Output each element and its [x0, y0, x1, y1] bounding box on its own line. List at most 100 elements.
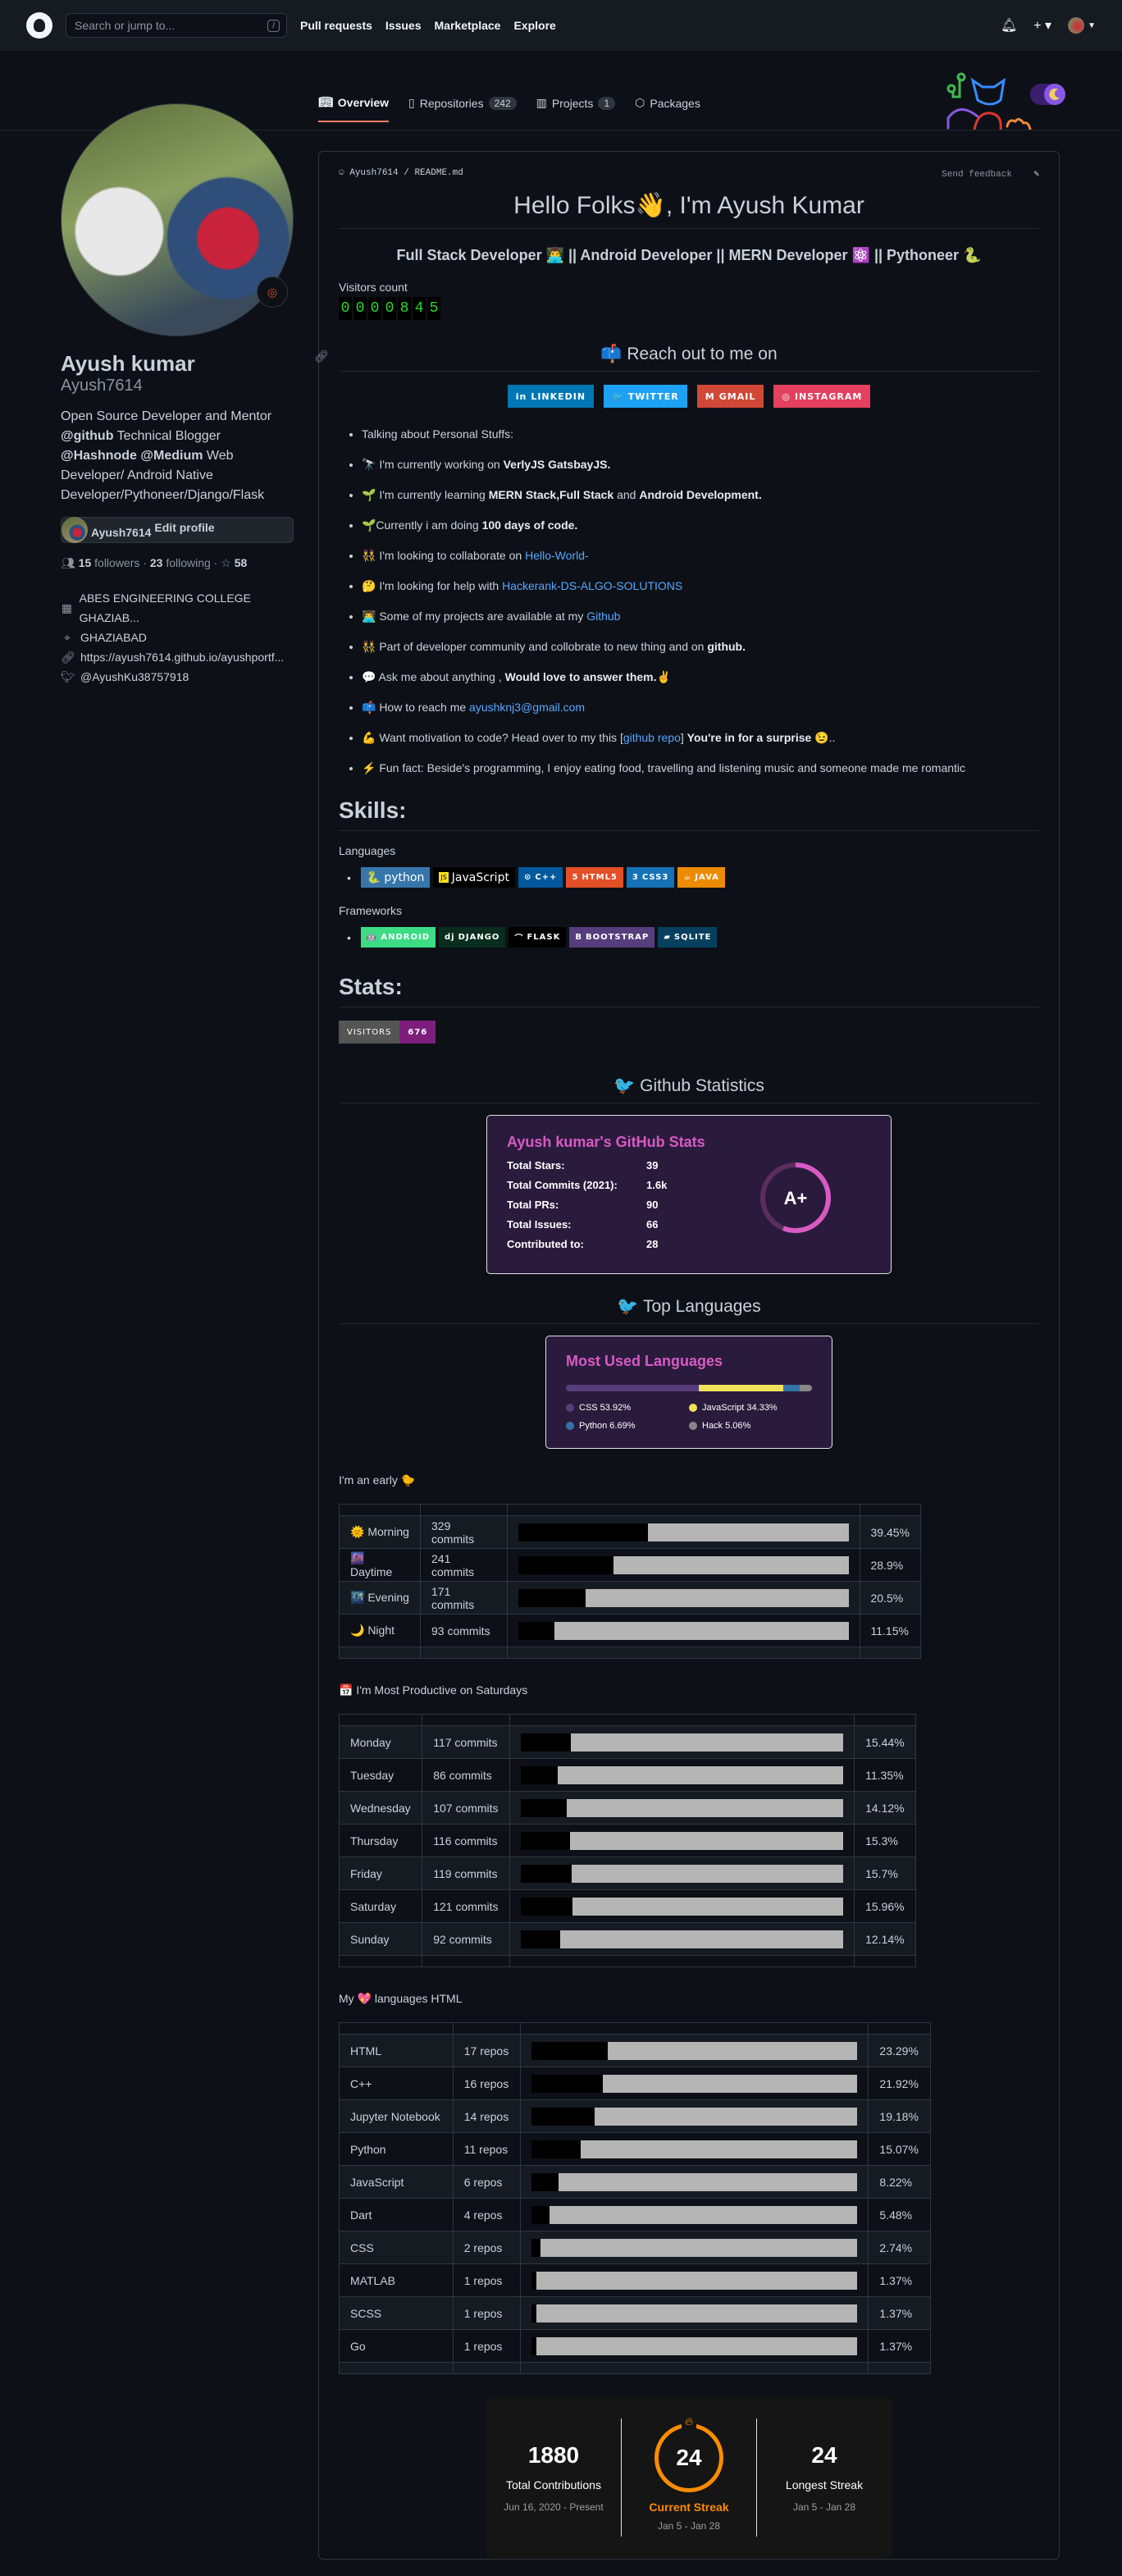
social-linkedin-badge[interactable]: in LINKEDIN	[507, 385, 595, 408]
row-percent: 1.37%	[868, 2329, 931, 2363]
table-row: Dart 4 repos 5.48%	[339, 2198, 931, 2231]
nav-pull-requests[interactable]: Pull requests	[300, 19, 372, 32]
profile-avatar[interactable]: ◎	[61, 103, 294, 336]
early-bird-heading: I'm an early 🐤	[339, 1473, 416, 1487]
progress-bar	[531, 2140, 858, 2158]
visitor-digit: 0	[339, 297, 352, 320]
row-name: Jupyter Notebook	[339, 2099, 454, 2133]
about-text: 👯 I'm looking to collaborate on	[362, 549, 526, 562]
profile-bio: Open Source Developer and Mentor @github…	[61, 407, 294, 505]
social-gmail-badge[interactable]: M GMAIL	[696, 385, 764, 408]
bell-icon[interactable]: 🔔︎	[1001, 17, 1017, 34]
about-link[interactable]: github repo	[623, 731, 681, 744]
about-text: 💬 Ask me about anything ,	[362, 670, 505, 683]
badge-django[interactable]: dj DJANGO	[439, 927, 506, 948]
twitter-icon: 🐦︎	[61, 670, 75, 683]
about-text: 📫 How to reach me	[362, 701, 470, 714]
stars-count[interactable]: 58	[235, 556, 248, 569]
about-item: ⚡ Fun fact: Beside's programming, I enjo…	[362, 760, 1039, 776]
android-icon: 🤖	[366, 933, 378, 942]
progress-fill	[518, 1523, 649, 1541]
language-badges: 🐍pythonJSJavaScript⊙C++5HTML53CSS3☕JAVA	[339, 867, 1039, 888]
slash-shortcut: /	[267, 19, 280, 32]
nav-marketplace[interactable]: Marketplace	[435, 19, 501, 32]
project-icon: ▥	[536, 96, 547, 109]
edit-profile-button[interactable]: Ayush7614 Edit profile	[61, 517, 294, 543]
search-input[interactable]: Search or jump to... /	[66, 13, 287, 38]
bio-mention-github[interactable]: @github	[61, 429, 113, 443]
tab-packages[interactable]: ⬡ Packages	[635, 95, 700, 122]
create-new-icon[interactable]: + ▾	[1033, 17, 1051, 34]
badge-flask[interactable]: ⌒ FLASK	[509, 927, 567, 948]
followers-count[interactable]: 15	[79, 556, 92, 569]
weekday-table: Monday 117 commits 15.44% Tuesday 86 commits…	[338, 1714, 916, 1967]
send-feedback-link[interactable]: Send feedback	[942, 170, 1012, 180]
readme-user-link[interactable]: Ayush7614	[349, 168, 398, 178]
row-percent: 11.35%	[854, 1758, 916, 1792]
legend-item: JavaScript 34.33%	[689, 1403, 812, 1413]
profile-readme: ☺ Ayush7614 / README.md Send feedback ✎ H…	[314, 151, 1060, 2560]
row-count: 121 commits	[422, 1889, 511, 1923]
progress-fill	[531, 2140, 582, 2158]
table-row: Jupyter Notebook 14 repos 19.18%	[339, 2099, 931, 2133]
row-count: 93 commits	[420, 1614, 508, 1647]
about-link[interactable]: Hackerank-DS-ALGO-SOLUTIONS	[502, 579, 682, 592]
following-count[interactable]: 23	[150, 556, 163, 569]
table-cell	[339, 1504, 421, 1516]
nav-explore[interactable]: Explore	[513, 19, 555, 32]
row-percent: 15.96%	[854, 1889, 916, 1923]
user-menu[interactable]: ▼	[1068, 17, 1096, 34]
location-text: GHAZIABAD	[80, 631, 147, 644]
about-link[interactable]: Hello-World-	[525, 549, 589, 562]
table-row: 🌞 Morning 329 commits 39.45%	[339, 1515, 921, 1549]
badge-python[interactable]: 🐍python	[360, 867, 431, 888]
status-target-icon[interactable]: ◎	[257, 276, 288, 308]
progress-fill	[521, 1765, 558, 1784]
twitter-link[interactable]: @AyushKu38757918	[80, 667, 189, 687]
row-percent: 11.15%	[859, 1614, 921, 1647]
social-instagram-badge[interactable]: ◎ INSTAGRAM	[773, 385, 871, 408]
table-row: JavaScript 6 repos 8.22%	[339, 2165, 931, 2199]
badge-java[interactable]: ☕ JAVA	[677, 867, 725, 888]
tab-repositories[interactable]: ▯ Repositories 242	[408, 95, 517, 122]
longest-label: Longest Streak	[785, 2478, 864, 2492]
table-cell	[854, 1714, 916, 1726]
followers-link[interactable]: followers	[94, 556, 139, 569]
about-link[interactable]: Github	[586, 610, 620, 623]
framework-badges: 🤖ANDROIDdjDJANGO⌒FLASKBBOOTSTRAP▰SQLITE	[339, 927, 1039, 948]
stat-key: Total PRs:	[507, 1199, 559, 1211]
bio-mentions[interactable]: @Hashnode @Medium	[61, 449, 203, 463]
row-percent: 15.3%	[854, 1824, 916, 1857]
table-cell	[509, 1714, 855, 1726]
row-name: Go	[339, 2329, 454, 2363]
badge-javascript[interactable]: JS JavaScript	[433, 867, 515, 888]
star-icon: ☆	[221, 556, 231, 569]
pencil-icon[interactable]: ✎	[1033, 170, 1039, 180]
row-bar-cell	[520, 2296, 869, 2330]
nav-issues[interactable]: Issues	[385, 19, 422, 32]
visitor-digit: 8	[398, 297, 411, 320]
progress-bar	[521, 1733, 844, 1752]
tab-overview[interactable]: 📖︎ Overview	[318, 95, 390, 122]
github-logo-icon[interactable]	[26, 12, 52, 39]
badge-c++[interactable]: ⊙ C++	[518, 867, 563, 888]
badge-sqlite[interactable]: ▰ SQLITE	[658, 927, 718, 948]
css3-icon: 3	[632, 873, 639, 882]
twitter-icon: 🐦	[612, 391, 624, 402]
badge-label: C++	[535, 873, 558, 882]
social-twitter-badge[interactable]: 🐦 TWITTER	[604, 385, 687, 408]
table-row: 🌆 Daytime 241 commits 28.9%	[339, 1548, 921, 1582]
row-name: Friday	[338, 1857, 423, 1890]
badge-css3[interactable]: 3 CSS3	[626, 867, 675, 888]
about-link[interactable]: ayushknj3@gmail.com	[469, 701, 585, 714]
following-link[interactable]: following	[166, 556, 210, 569]
website-link[interactable]: https://ayush7614.github.io/ayushportf..…	[80, 647, 284, 667]
progress-bar	[531, 2336, 858, 2355]
about-text: and	[613, 488, 640, 501]
tab-projects[interactable]: ▥ Projects 1	[536, 95, 616, 122]
badge-bootstrap[interactable]: B BOOTSTRAP	[569, 927, 655, 948]
anchor-link-icon[interactable]: 🔗︎	[314, 349, 329, 363]
badge-android[interactable]: 🤖ANDROID	[360, 927, 436, 948]
progress-fill	[531, 2074, 604, 2093]
badge-html5[interactable]: 5 HTML5	[566, 867, 623, 888]
